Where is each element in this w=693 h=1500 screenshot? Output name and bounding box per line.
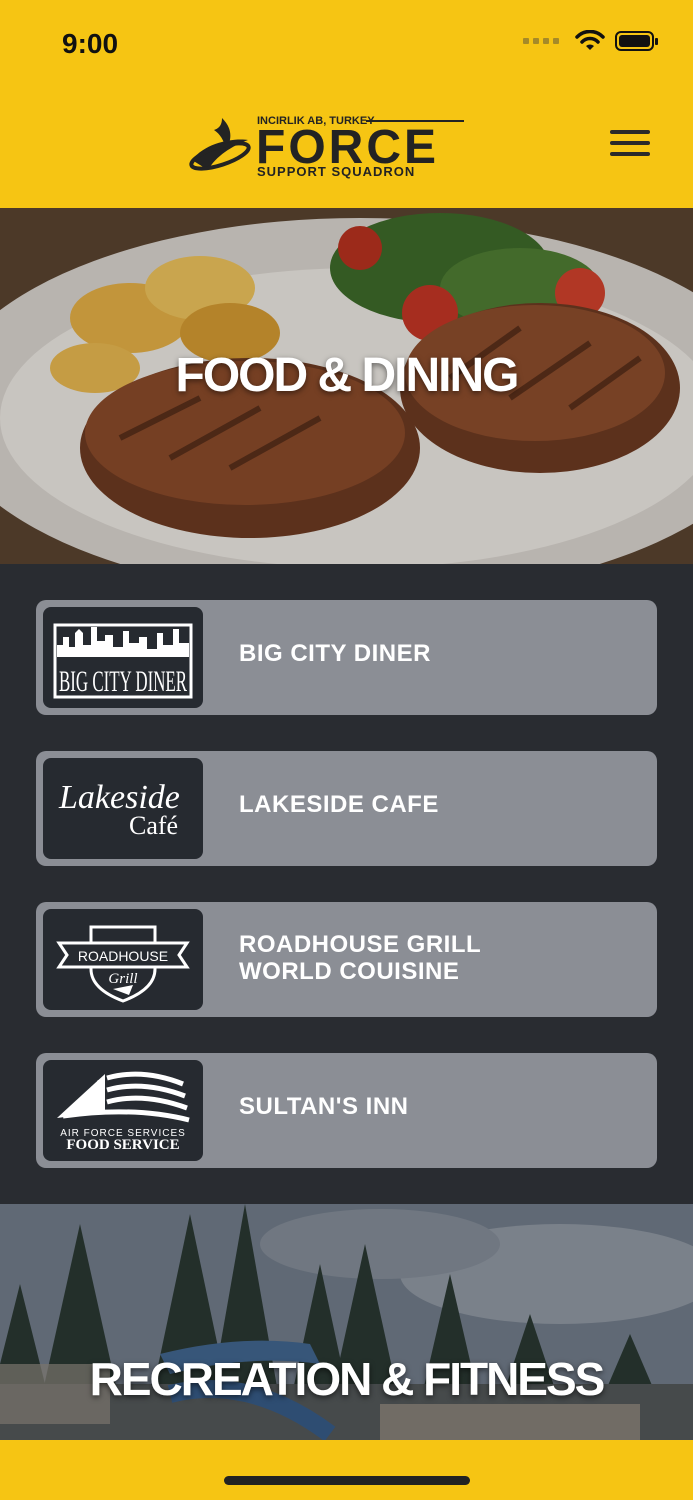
restaurant-name: LAKESIDE CAFE — [239, 791, 439, 818]
food-service-text: FOOD SERVICE — [66, 1137, 179, 1153]
lakeside-cafe-logo: Lakeside Café — [43, 758, 203, 859]
logo-bottom-line: SUPPORT SQUADRON — [257, 164, 415, 179]
home-indicator[interactable] — [224, 1476, 470, 1485]
cafe-logo-text: Café — [129, 811, 178, 840]
hamburger-menu-icon[interactable] — [610, 130, 650, 162]
bottom-bar — [0, 1440, 693, 1500]
grill-logo-text: Grill — [108, 971, 137, 987]
signal-icon — [523, 38, 559, 44]
restaurant-name: BIG CITY DINER — [239, 640, 431, 667]
status-time: 9:00 — [62, 28, 119, 59]
battery-icon — [615, 31, 658, 51]
air-force-food-service-logo: AIR FORCE SERVICES FOOD SERVICE — [43, 1060, 203, 1161]
big-city-diner-logo: BIG CITY DINER — [43, 607, 203, 708]
restaurant-name: ROADHOUSE GRILL WORLD COUISINE — [239, 931, 481, 985]
roadhouse-grill-logo: ROADHOUSE Grill — [43, 909, 203, 1010]
restaurant-name: SULTAN'S INN — [239, 1093, 409, 1120]
restaurant-name-line-2: WORLD COUISINE — [239, 958, 460, 985]
status-icons — [523, 30, 659, 52]
restaurant-card-roadhouse-grill[interactable]: ROADHOUSE Grill ROADHOUSE GRILL WORLD CO… — [36, 902, 657, 1017]
big-city-diner-logo-text: BIG CITY DINER — [59, 665, 187, 698]
wifi-icon — [575, 30, 605, 50]
roadhouse-logo-text: ROADHOUSE — [78, 948, 168, 964]
hero-title: FOOD & DINING — [175, 349, 520, 402]
restaurant-card-lakeside-cafe[interactable]: Lakeside Café LAKESIDE CAFE — [36, 751, 657, 866]
restaurant-card-sultans-inn[interactable]: AIR FORCE SERVICES FOOD SERVICE SULTAN'S… — [36, 1053, 657, 1168]
force-support-squadron-logo[interactable]: INCIRLIK AB, TURKEY FORCE SUPPORT SQUADR… — [186, 112, 466, 182]
recreation-title: RECREATION & FITNESS — [89, 1353, 606, 1405]
restaurant-name-line-1: ROADHOUSE GRILL — [239, 931, 482, 958]
restaurant-card-big-city-diner[interactable]: BIG CITY DINER BIG CITY DINER — [36, 600, 657, 715]
